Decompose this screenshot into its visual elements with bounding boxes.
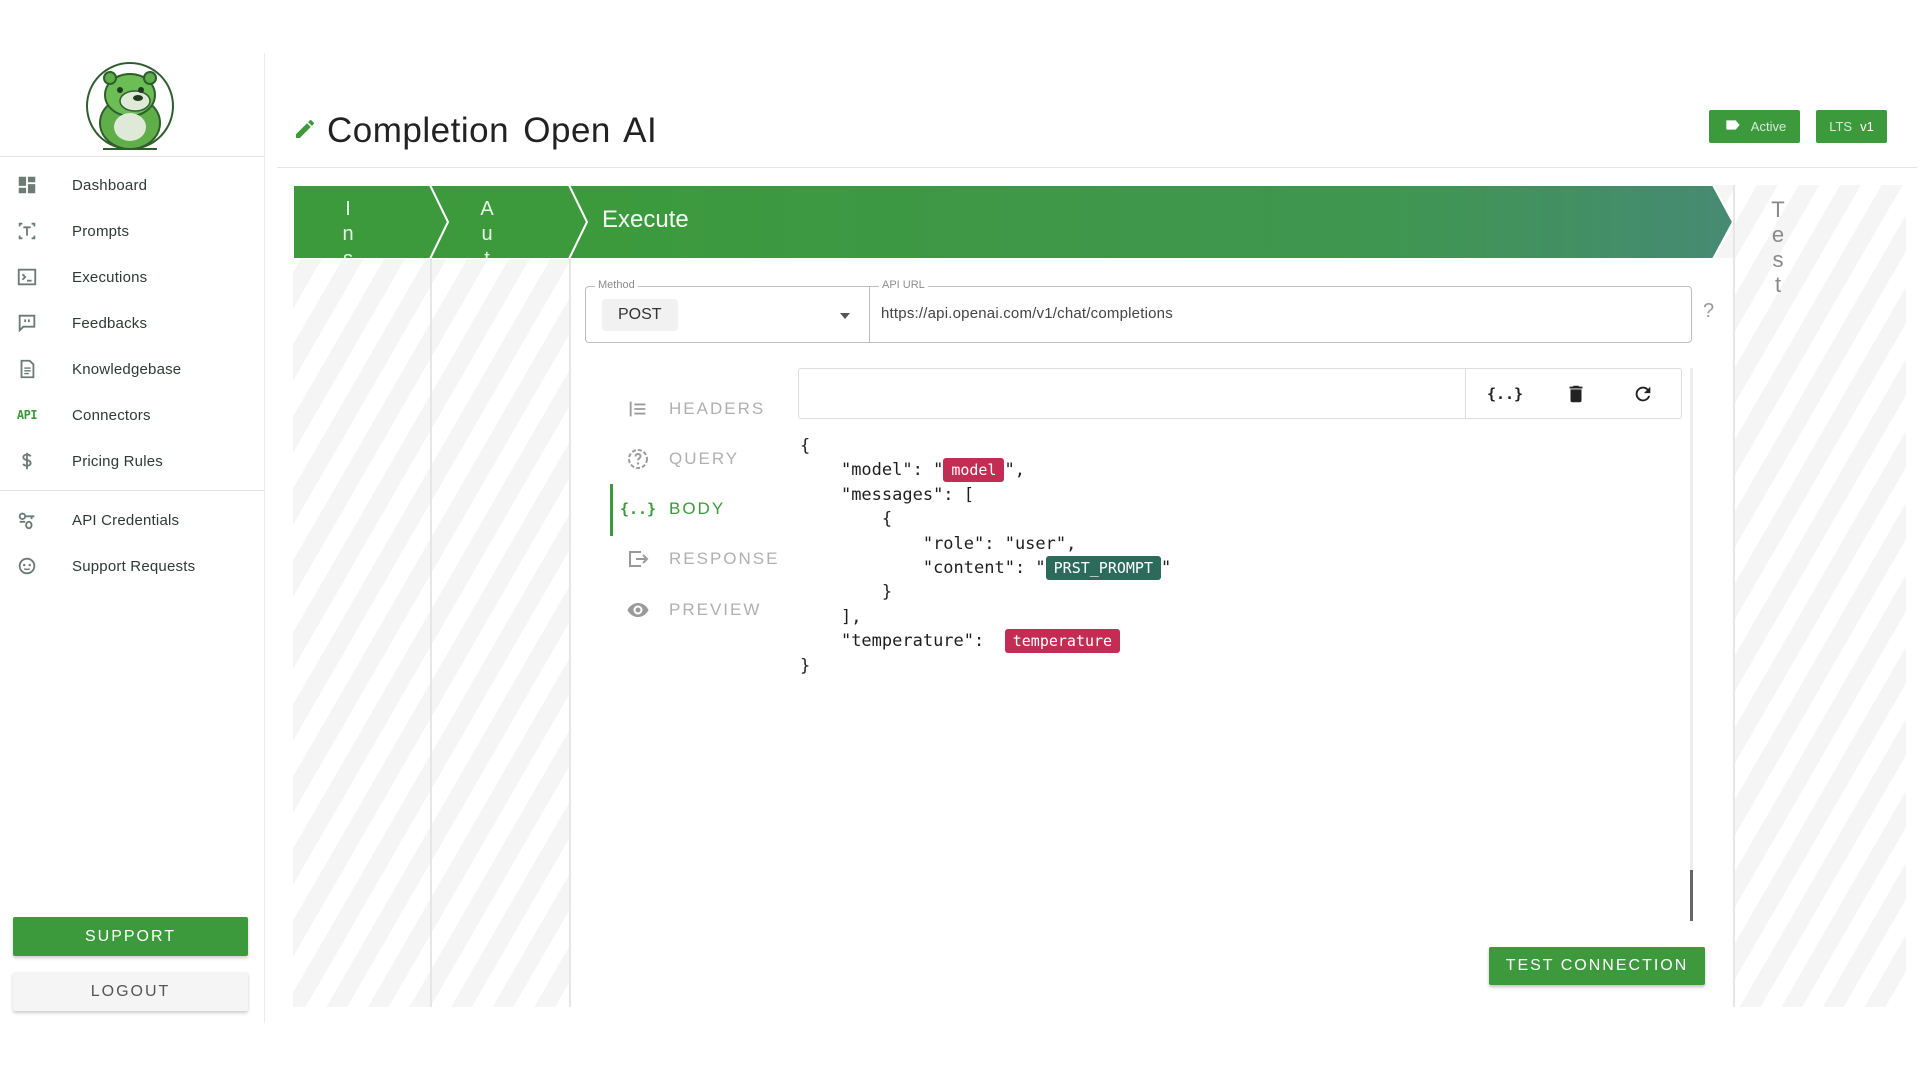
- sidebar-item-label: Pricing Rules: [72, 452, 163, 470]
- sidebar-divider: [0, 156, 264, 157]
- stage-step-2[interactable]: A u t: [430, 185, 569, 259]
- sidebar-item-label: Prompts: [72, 222, 130, 240]
- stage-divider: [1733, 185, 1735, 1007]
- refresh-icon[interactable]: [1630, 381, 1656, 407]
- sidebar-item-dashboard[interactable]: Dashboard: [0, 163, 264, 207]
- capybara-logo[interactable]: [83, 61, 177, 151]
- stage-divider: [569, 258, 571, 1007]
- support-button[interactable]: SUPPORT: [13, 917, 248, 956]
- sidebar-item-connectors[interactable]: API Connectors: [0, 393, 264, 437]
- sidebar-item-api-credentials[interactable]: API Credentials: [0, 498, 264, 542]
- api-url-legend: API URL: [879, 279, 928, 291]
- stage-step-2-label: A u t: [480, 198, 494, 259]
- sidebar-item-label: Feedbacks: [72, 314, 148, 332]
- variable-tag-temperature[interactable]: temperature: [1004, 629, 1121, 654]
- status-badge-label: Active: [1750, 119, 1787, 134]
- list-icon: [626, 397, 650, 421]
- tab-label: BODY: [669, 499, 726, 518]
- method-legend: Method: [595, 279, 638, 291]
- terminal-icon: [14, 264, 40, 290]
- sidebar-item-feedbacks[interactable]: Feedbacks: [0, 301, 264, 345]
- tag-icon: [1723, 117, 1743, 136]
- method-select[interactable]: Method POST: [585, 279, 870, 343]
- json-body-editor[interactable]: { "model": " model ", "messages": [ { "rol…: [800, 434, 1171, 678]
- sidebar-item-knowledgebase[interactable]: Knowledgebase: [0, 347, 264, 391]
- edit-icon[interactable]: [293, 117, 317, 141]
- stage-divider: [430, 258, 432, 1007]
- status-badge[interactable]: Active: [1709, 110, 1800, 143]
- sidebar-item-label: API Credentials: [72, 511, 180, 529]
- variable-tag-prst-prompt[interactable]: PRST_PROMPT: [1045, 556, 1161, 581]
- logout-button[interactable]: LOGOUT: [13, 972, 248, 1011]
- document-icon: [14, 356, 40, 382]
- tab-preview[interactable]: PREVIEW: [611, 590, 771, 630]
- version-badge-prefix: LTS: [1829, 119, 1853, 134]
- api-url-value: https://api.openai.com/v1/chat/completio…: [881, 305, 1173, 322]
- tab-headers[interactable]: HEADERS: [611, 389, 771, 429]
- feedback-icon: [14, 310, 40, 336]
- toolbar-divider: [1465, 369, 1466, 418]
- sidebar-item-prompts[interactable]: Prompts: [0, 209, 264, 253]
- sidebar-item-executions[interactable]: Executions: [0, 255, 264, 299]
- api-icon: API: [16, 408, 38, 422]
- delete-icon[interactable]: [1563, 381, 1589, 407]
- query-icon: [626, 447, 650, 471]
- version-badge-value: v1: [1860, 119, 1874, 134]
- support-icon: [14, 553, 40, 579]
- tab-query[interactable]: QUERY: [611, 439, 771, 479]
- tab-label: PREVIEW: [669, 600, 762, 619]
- eye-icon: [626, 598, 650, 622]
- api-url-field[interactable]: API URL https://api.openai.com/v1/chat/c…: [869, 279, 1692, 343]
- sidebar-item-label: Knowledgebase: [72, 360, 182, 378]
- sidebar-divider: [0, 490, 264, 491]
- dashboard-icon: [14, 172, 40, 198]
- tab-body[interactable]: {..} BODY: [611, 489, 771, 529]
- sidebar-item-label: Executions: [72, 268, 148, 286]
- json-icon: {..}: [619, 500, 657, 518]
- sidebar-item-support-requests[interactable]: Support Requests: [0, 544, 264, 588]
- variable-tag-model[interactable]: model: [943, 458, 1005, 483]
- key-icon: [14, 507, 40, 533]
- tab-label: RESPONSE: [669, 549, 780, 568]
- editor-toolbar: {..}: [798, 368, 1682, 419]
- format-json-button[interactable]: {..}: [1485, 381, 1525, 407]
- prompt-icon: [14, 218, 40, 244]
- sidebar-item-pricing-rules[interactable]: Pricing Rules: [0, 439, 264, 483]
- test-connection-button[interactable]: TEST CONNECTION: [1489, 947, 1705, 985]
- editor-scrollbar-thumb[interactable]: [1690, 870, 1693, 921]
- tab-label: QUERY: [669, 449, 740, 468]
- exit-icon: [626, 547, 650, 571]
- stage-step-execute[interactable]: Execute: [602, 206, 689, 234]
- dollar-icon: [14, 448, 40, 474]
- tab-response[interactable]: RESPONSE: [611, 539, 777, 579]
- stage-step-1[interactable]: I n s: [293, 185, 430, 259]
- sidebar-item-label: Connectors: [72, 406, 151, 424]
- stage-step-1-label: I n s: [342, 198, 354, 259]
- page-title: Completion Open AI: [327, 111, 658, 150]
- sidebar-item-label: Dashboard: [72, 176, 148, 194]
- version-badge[interactable]: LTS v1: [1816, 110, 1887, 143]
- stage-step-test[interactable]: T e s t: [1768, 197, 1788, 297]
- method-value: POST: [602, 299, 678, 331]
- help-icon[interactable]: ?: [1703, 300, 1714, 323]
- editor-scrollbar[interactable]: [1690, 368, 1693, 921]
- tab-label: HEADERS: [669, 399, 766, 418]
- chevron-down-icon: [840, 313, 850, 319]
- sidebar: Dashboard Prompts Executions Feedbacks K…: [0, 53, 265, 1023]
- header-divider: [277, 167, 1917, 168]
- sidebar-item-label: Support Requests: [72, 557, 196, 575]
